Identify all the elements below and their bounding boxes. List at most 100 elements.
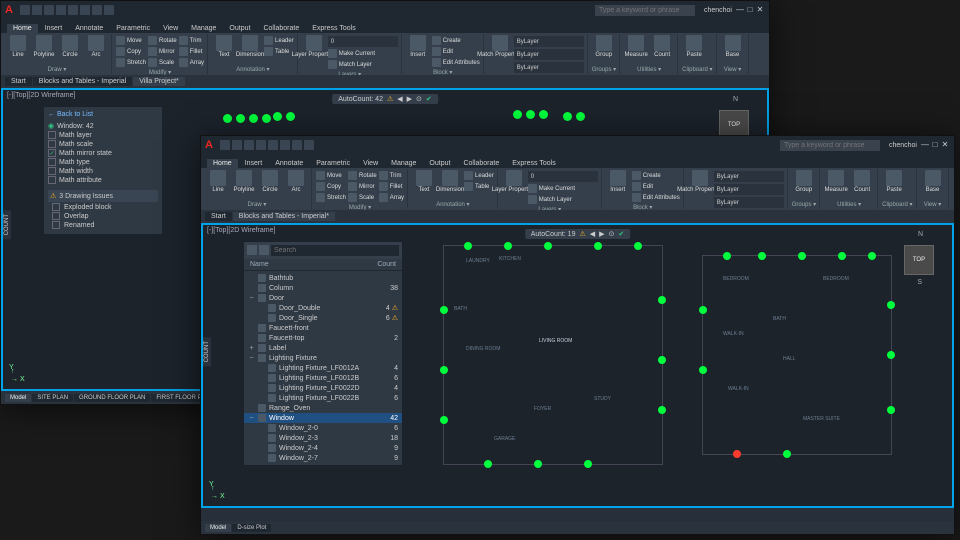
quick-access-toolbar[interactable]	[220, 140, 314, 150]
table-button[interactable]: Table	[264, 46, 294, 57]
array-button[interactable]: Array	[179, 57, 204, 68]
ribbon-tab-parametric[interactable]: Parametric	[110, 24, 156, 33]
ribbon-tab-output[interactable]: Output	[423, 159, 456, 168]
ribbon-tab-insert[interactable]: Insert	[39, 24, 69, 33]
match-check-row[interactable]: Math attribute	[48, 176, 158, 184]
ribbon-tab-collaborate[interactable]: Collaborate	[457, 159, 505, 168]
count-button[interactable]: Count	[650, 35, 674, 58]
help-search[interactable]	[780, 140, 880, 151]
line-button[interactable]: Line	[6, 35, 30, 58]
polyline-button[interactable]: Polyline	[32, 35, 56, 58]
rotate-button[interactable]: Rotate	[148, 35, 177, 46]
tree-row[interactable]: Range_Oven	[244, 403, 402, 413]
ribbon-tab-annotate[interactable]: Annotate	[269, 159, 309, 168]
layer-properties-button[interactable]: Layer Properties	[502, 170, 526, 193]
drawing-canvas[interactable]: [-][Top][2D Wireframe] N TOP S AutoCount…	[201, 223, 954, 508]
prev-icon[interactable]: ◀	[590, 230, 595, 238]
checkbox-icon[interactable]	[48, 158, 56, 166]
text-button[interactable]: Text	[212, 35, 236, 58]
text-button[interactable]: Text	[412, 170, 436, 193]
match-properties-button[interactable]: Match Properties	[488, 35, 512, 58]
circle-button[interactable]: Circle	[258, 170, 282, 193]
mirror-button[interactable]: Mirror	[148, 46, 177, 57]
tree-row[interactable]: Column38	[244, 283, 402, 293]
ribbon-tab-output[interactable]: Output	[223, 24, 256, 33]
count-toolbar[interactable]: AutoCount: 42 ⚠ ◀ ▶ ⊙ ✔	[332, 94, 438, 104]
issues-header[interactable]: ⚠3 Drawing Issues	[48, 190, 158, 202]
checkbox-icon[interactable]: ✓	[48, 149, 56, 157]
match-properties-button[interactable]: Match Properties	[688, 170, 712, 193]
tree-row[interactable]: Window_2-318	[244, 433, 402, 443]
issue-row[interactable]: Exploded block	[48, 203, 158, 211]
make-current-button[interactable]: Make Current	[328, 48, 398, 59]
paste-button[interactable]: Paste	[682, 35, 706, 58]
dimension-button[interactable]: Dimension	[238, 35, 262, 58]
tree-row[interactable]: Lighting Fixture_LF0012A4	[244, 363, 402, 373]
col-count[interactable]: Count	[377, 261, 396, 268]
file-tab-start[interactable]: Start	[205, 212, 232, 221]
copy-button[interactable]: Copy	[116, 46, 146, 57]
col-name[interactable]: Name	[250, 261, 269, 268]
layout-tab-model[interactable]: Model	[5, 394, 31, 402]
count-palette-tab[interactable]: COUNT	[203, 337, 211, 366]
view-label[interactable]: [-][Top][2D Wireframe]	[207, 227, 275, 234]
tree-row[interactable]: −Window42	[244, 413, 402, 423]
search-input[interactable]	[595, 5, 695, 16]
file-tab-start[interactable]: Start	[5, 77, 32, 86]
ucs-icon[interactable]: → XY	[211, 493, 225, 500]
ribbon-tab-view[interactable]: View	[357, 159, 384, 168]
tree-row[interactable]: Window_2-49	[244, 443, 402, 453]
checkbox-icon[interactable]	[48, 140, 56, 148]
group-button[interactable]: Group	[592, 35, 616, 58]
match-check-row[interactable]: ✓Math mirror state	[48, 149, 158, 157]
search-input[interactable]	[780, 140, 880, 151]
match-check-row[interactable]: Math width	[48, 167, 158, 175]
file-tab-villa[interactable]: Villa Project*	[133, 77, 185, 86]
line-button[interactable]: Line	[206, 170, 230, 193]
check-icon[interactable]: ✔	[618, 230, 624, 238]
issue-row[interactable]: Renamed	[48, 221, 158, 229]
zoom-icon[interactable]: ⊙	[609, 230, 615, 238]
ribbon-tab-insert[interactable]: Insert	[239, 159, 269, 168]
polyline-button[interactable]: Polyline	[232, 170, 256, 193]
tree-row[interactable]: −Door	[244, 293, 402, 303]
edit-block-button[interactable]: Edit	[432, 46, 480, 57]
tree-row[interactable]: Bathtub	[244, 273, 402, 283]
tree-row[interactable]: Lighting Fixture_LF0022D4	[244, 383, 402, 393]
zoom-icon[interactable]: ⊙	[416, 95, 422, 103]
stretch-button[interactable]: Stretch	[116, 57, 146, 68]
ribbon-tab-manage[interactable]: Manage	[385, 159, 422, 168]
ribbon-tab-parametric[interactable]: Parametric	[310, 159, 356, 168]
match-check-row[interactable]: Math type	[48, 158, 158, 166]
linetype-combo[interactable]: ByLayer	[514, 62, 584, 73]
layer-combo[interactable]: 0	[328, 36, 398, 47]
ribbon-tab-manage[interactable]: Manage	[185, 24, 222, 33]
match-check-row[interactable]: Math layer	[48, 131, 158, 139]
layer-properties-button[interactable]: Layer Properties	[302, 35, 326, 58]
color-combo[interactable]: ByLayer	[514, 36, 584, 47]
ucs-icon[interactable]: → XY	[11, 376, 25, 383]
file-tab-blocks[interactable]: Blocks and Tables - Imperial*	[233, 212, 335, 221]
tree-row[interactable]: Faucett-top2	[244, 333, 402, 343]
match-layer-button[interactable]: Match Layer	[328, 59, 398, 70]
view-label[interactable]: [-][Top][2D Wireframe]	[7, 92, 75, 99]
insert-button[interactable]: Insert	[606, 170, 630, 193]
ribbon-tab-home[interactable]: Home	[207, 159, 238, 168]
back-link[interactable]: ← Back to List	[48, 111, 158, 118]
window-controls[interactable]: —□✕	[920, 140, 950, 150]
ribbon-tab-annotate[interactable]: Annotate	[69, 24, 109, 33]
count-toolbar[interactable]: AutoCount: 19 ⚠ ◀ ▶ ⊙ ✔	[525, 229, 631, 239]
checkbox-icon[interactable]	[48, 176, 56, 184]
window-controls[interactable]: —□✕	[735, 5, 765, 15]
user-label[interactable]: chenchoi	[704, 7, 732, 14]
tree-row[interactable]: Lighting Fixture_LF0022B6	[244, 393, 402, 403]
match-check-row[interactable]: Math scale	[48, 140, 158, 148]
expander-icon[interactable]: −	[248, 415, 255, 422]
expander-icon[interactable]: −	[248, 295, 255, 302]
ribbon-tab-home[interactable]: Home	[7, 24, 38, 33]
checkbox-icon[interactable]	[48, 131, 56, 139]
file-tab-blocks[interactable]: Blocks and Tables - Imperial	[33, 77, 132, 86]
issue-row[interactable]: Overlap	[48, 212, 158, 220]
layout-tab[interactable]: SITE PLAN	[32, 394, 73, 402]
ribbon-tab-view[interactable]: View	[157, 24, 184, 33]
